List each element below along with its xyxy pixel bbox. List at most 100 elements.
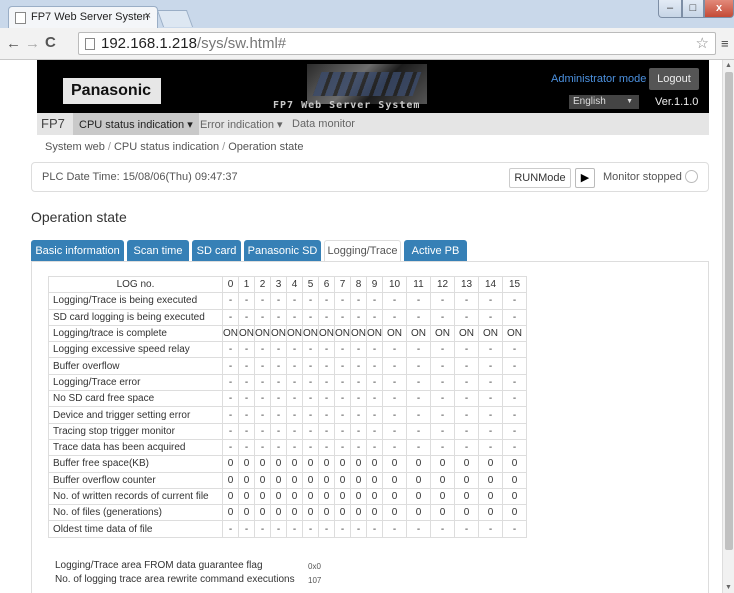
run-mode-button[interactable]: RUNMode <box>509 168 571 188</box>
table-cell: - <box>406 406 431 424</box>
table-cell: - <box>286 292 303 310</box>
new-tab-button[interactable] <box>156 10 194 27</box>
table-cell: - <box>366 373 383 392</box>
table-cell: - <box>270 520 287 538</box>
table-cell: - <box>302 422 319 440</box>
plc-date-time: PLC Date Time: 15/08/06(Thu) 09:47:37 <box>42 171 238 183</box>
tab-scan-time[interactable]: Scan time <box>127 240 189 262</box>
table-cell: - <box>350 308 367 326</box>
breadcrumb-system-web[interactable]: System web <box>45 141 105 153</box>
table-cell: - <box>222 438 239 457</box>
table-cell: 0 <box>406 471 431 489</box>
minimize-icon[interactable]: – <box>658 0 682 18</box>
address-bar[interactable]: 192.168.1.218/sys/sw.html# ☆ <box>78 32 716 55</box>
tab-active-pb[interactable]: Active PB <box>404 240 467 262</box>
table-cell: - <box>366 292 383 310</box>
table-cell: - <box>254 292 271 310</box>
url-path: /sys/sw.html# <box>196 35 287 52</box>
menu-data-monitor[interactable]: Data monitor <box>292 118 355 130</box>
menu-root[interactable]: FP7 <box>41 116 65 131</box>
forward-arrow-icon[interactable]: → <box>25 35 40 52</box>
table-cell: - <box>238 373 255 392</box>
table-cell: - <box>366 390 383 408</box>
tab-sd-card[interactable]: SD card <box>192 240 241 262</box>
window-close-icon[interactable]: x <box>704 0 734 18</box>
tab-logging-trace[interactable]: Logging/Trace <box>324 240 401 262</box>
table-cell: 0 <box>430 455 455 473</box>
table-cell: - <box>366 406 383 424</box>
browser-tab-title: FP7 Web Server Systen <box>31 11 149 23</box>
table-cell: - <box>430 438 455 457</box>
table-cell: 0 <box>454 455 479 473</box>
column-header: 10 <box>382 275 407 294</box>
language-select[interactable]: English ▼ <box>569 95 639 109</box>
column-header: 14 <box>478 275 503 294</box>
page-scrollbar[interactable]: ▲ ▼ <box>722 60 734 593</box>
table-cell: 0 <box>502 455 527 473</box>
table-cell: - <box>318 422 335 440</box>
logout-button[interactable]: Logout <box>649 68 699 90</box>
rewrite-count-value: 107 <box>308 576 322 585</box>
table-cell: - <box>254 438 271 457</box>
page-icon <box>15 12 26 24</box>
table-cell: - <box>334 390 351 408</box>
browser-tab[interactable]: FP7 Web Server Systen × <box>8 6 158 28</box>
table-cell: 0 <box>382 487 407 506</box>
tab-panasonic-sd[interactable]: Panasonic SD <box>244 240 321 262</box>
table-cell: - <box>254 406 271 424</box>
table-cell: 0 <box>254 487 271 506</box>
table-cell: - <box>382 308 407 326</box>
menu-error-indication-label: Error indication <box>200 119 274 131</box>
chevron-down-icon: ▼ <box>626 98 633 105</box>
bookmark-star-icon[interactable]: ☆ <box>696 34 709 52</box>
table-cell: - <box>406 357 431 375</box>
table-cell: 0 <box>478 471 503 489</box>
browser-menu-icon[interactable]: ≡ <box>721 36 729 51</box>
table-cell: - <box>430 390 455 408</box>
column-header: 7 <box>334 275 351 294</box>
table-cell: 0 <box>286 487 303 506</box>
table-cell: 0 <box>382 455 407 473</box>
table-cell: ON <box>502 324 527 343</box>
breadcrumb-operation-state: Operation state <box>228 141 304 153</box>
table-cell: ON <box>238 324 255 343</box>
breadcrumb-cpu-status[interactable]: CPU status indication <box>114 141 219 153</box>
close-tab-icon[interactable]: × <box>145 10 151 22</box>
table-cell: - <box>254 357 271 375</box>
reload-icon[interactable]: C <box>45 34 56 51</box>
table-cell: - <box>270 357 287 375</box>
table-cell: - <box>334 373 351 392</box>
table-cell: - <box>222 390 239 408</box>
scrollbar-thumb[interactable] <box>725 72 733 550</box>
table-cell: 0 <box>478 455 503 473</box>
main-menu: FP7 CPU status indication ▾ Error indica… <box>37 113 709 135</box>
scroll-up-icon[interactable]: ▲ <box>725 62 732 69</box>
column-header: 2 <box>254 275 271 294</box>
table-cell: - <box>406 373 431 392</box>
table-cell: - <box>502 308 527 326</box>
table-row: Tracing stop trigger monitor - - - - - - - - - - - -… <box>48 422 527 440</box>
from-flag-row: Logging/Trace area FROM data guarantee f… <box>55 560 321 571</box>
table-cell: 0 <box>406 487 431 506</box>
table-cell: - <box>302 438 319 457</box>
tab-basic-information[interactable]: Basic information <box>31 240 124 262</box>
table-cell: - <box>302 390 319 408</box>
menu-cpu-status[interactable]: CPU status indication ▾ <box>73 113 199 135</box>
table-cell: - <box>430 520 455 538</box>
table-cell: 0 <box>454 504 479 522</box>
table-row: Oldest time data of file - - - - - - - - - - - - - - - - <box>48 520 527 538</box>
table-cell: - <box>318 341 335 359</box>
back-arrow-icon[interactable]: ← <box>6 35 21 52</box>
scroll-down-icon[interactable]: ▼ <box>725 584 732 591</box>
table-cell: - <box>454 341 479 359</box>
table-cell: - <box>222 308 239 326</box>
table-row: No. of files (generations) 0 0 0 0 0 0 0 0 0 0 0 0 0 0… <box>48 504 527 522</box>
table-cell: - <box>318 406 335 424</box>
table-cell: - <box>270 292 287 310</box>
maximize-icon[interactable]: □ <box>682 0 704 18</box>
table-cell: 0 <box>318 455 335 473</box>
row-label: Trace data has been acquired <box>48 438 223 457</box>
menu-error-indication[interactable]: Error indication ▾ <box>200 118 283 131</box>
row-label: No SD card free space <box>48 390 223 408</box>
play-icon[interactable]: ▶ <box>575 168 595 188</box>
